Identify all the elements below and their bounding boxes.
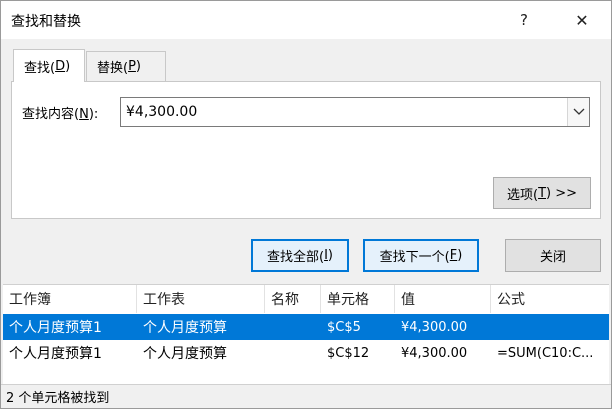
- column-header-value[interactable]: 值: [395, 285, 491, 313]
- result-value: ¥4,300.00: [401, 345, 468, 361]
- result-value: ¥4,300.00: [401, 319, 468, 335]
- options-button[interactable]: 选项(T) >>: [493, 177, 591, 209]
- results-list[interactable]: 工作簿 工作表 名称 单元格 值 公式 个人月度预算1 个人月度预算 $C$5 …: [3, 284, 609, 384]
- column-header-name[interactable]: 名称: [265, 285, 321, 313]
- result-workbook: 个人月度预算1: [9, 346, 102, 362]
- result-sheet: 个人月度预算: [143, 320, 227, 336]
- find-what-combobox[interactable]: [120, 97, 590, 127]
- tab-replace-hotkey: P: [128, 59, 136, 74]
- options-label-prefix: 选项(: [506, 187, 539, 203]
- result-formula: =SUM(C10:C...: [497, 345, 594, 361]
- find-what-label-prefix: 查找内容(: [22, 107, 80, 122]
- find-all-prefix: 查找全部(: [267, 250, 325, 265]
- tab-find-label: 查找(: [24, 60, 56, 76]
- result-cell: $C$5: [327, 319, 361, 335]
- find-what-label-suffix: ):: [88, 107, 99, 122]
- tab-replace[interactable]: 替换(P): [86, 51, 166, 81]
- find-next-suffix: ): [457, 248, 463, 263]
- dialog-title: 查找和替换: [11, 14, 81, 30]
- options-label-suffix: ) >>: [546, 185, 578, 201]
- result-formula: [491, 314, 609, 340]
- tab-replace-suffix: ): [135, 59, 141, 74]
- find-next-button[interactable]: 查找下一个(F): [363, 239, 479, 272]
- column-header-cell[interactable]: 单元格: [321, 285, 395, 313]
- result-cell: $C$12: [327, 345, 370, 361]
- result-name: [265, 340, 321, 366]
- column-header-workbook[interactable]: 工作簿: [3, 285, 137, 313]
- find-next-prefix: 查找下一个(: [379, 250, 450, 265]
- find-all-suffix: ): [327, 248, 333, 263]
- column-header-sheet[interactable]: 工作表: [137, 285, 265, 313]
- result-workbook: 个人月度预算1: [9, 320, 102, 336]
- find-panel: 查找内容(N): 选项(T) >>: [11, 81, 601, 219]
- find-what-input[interactable]: [121, 98, 567, 126]
- tab-find-suffix: ): [65, 58, 71, 74]
- help-button[interactable]: ?: [507, 5, 541, 35]
- status-bar: 2 个单元格被找到: [1, 384, 611, 408]
- tab-replace-label: 替换(: [97, 61, 129, 76]
- find-all-button[interactable]: 查找全部(I): [251, 239, 349, 272]
- close-button[interactable]: 关闭: [505, 239, 601, 272]
- status-text: 2 个单元格被找到: [6, 391, 110, 406]
- close-icon[interactable]: ✕: [565, 5, 599, 35]
- find-what-label: 查找内容(N):: [22, 103, 98, 122]
- find-what-label-hotkey: N: [79, 107, 89, 122]
- results-header: 工作簿 工作表 名称 单元格 值 公式: [3, 285, 609, 313]
- chevron-down-icon[interactable]: [567, 98, 589, 126]
- result-sheet: 个人月度预算: [143, 346, 227, 362]
- result-row[interactable]: 个人月度预算1 个人月度预算 $C$5 ¥4,300.00: [3, 314, 609, 340]
- result-name: [265, 314, 321, 340]
- title-bar: 查找和替换 ? ✕: [1, 1, 611, 39]
- result-row[interactable]: 个人月度预算1 个人月度预算 $C$12 ¥4,300.00 =SUM(C10:…: [3, 340, 609, 366]
- column-header-formula[interactable]: 公式: [491, 285, 609, 313]
- tab-find[interactable]: 查找(D): [13, 49, 85, 82]
- find-replace-dialog: 查找和替换 ? ✕ 查找(D) 替换(P) 查找内容(N): 选项(T) >> …: [0, 0, 612, 409]
- find-next-hotkey: F: [449, 248, 458, 263]
- options-label-hotkey: T: [538, 185, 547, 201]
- tab-find-hotkey: D: [55, 58, 66, 74]
